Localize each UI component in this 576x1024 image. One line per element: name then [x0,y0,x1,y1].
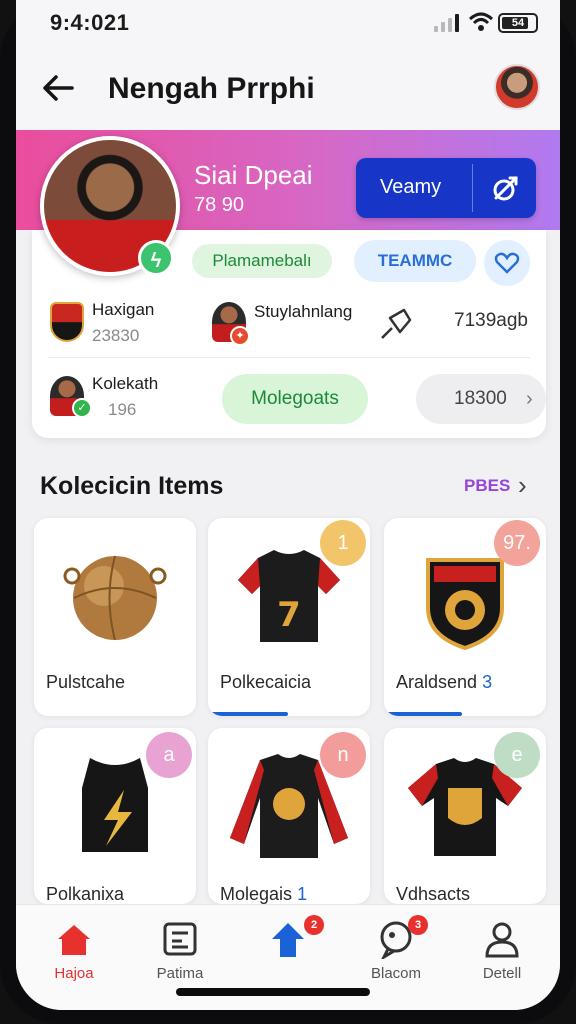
collection-item[interactable]: Araldsend 3 97. [384,518,546,716]
verified-bolt-icon: ϟ [138,240,174,276]
stat-name: Kolekath [92,374,159,393]
home-indicator [176,988,370,996]
app-screen: 9:4:021 54 Nengah Prrphi ϟ Siai Dpeai 78… [16,0,560,1010]
stat-value: 23830 [92,326,140,345]
collection-item[interactable]: Polkanixa a [34,728,196,904]
item-label: Vdhsacts [396,884,471,904]
divider [48,357,530,358]
nav-label: Detell [482,965,522,982]
grey-action-button[interactable]: 18300 › [416,374,546,424]
notification-badge: 3 [408,915,428,935]
green-action-button[interactable]: Molegoats [222,374,368,424]
item-badge: a [146,732,192,778]
collection-item[interactable]: 7 Polkecaicia 1 [208,518,370,716]
home-icon [58,925,90,955]
profile-icon [485,922,519,958]
back-arrow-icon[interactable] [38,68,78,108]
club-crest-icon [50,302,84,342]
battery-icon: 54 [498,13,538,33]
progress-bar [384,712,462,716]
stat-name: Haxigan [92,300,155,319]
phone-frame: 9:4:021 54 Nengah Prrphi ϟ Siai Dpeai 78… [0,0,576,1024]
team-pill[interactable]: TEAMMC [354,240,476,282]
rank-pill[interactable]: Plamamebalı [192,244,332,278]
item-label: Pulstcahe [46,672,126,692]
collection-item[interactable]: Molegais 1 n [208,728,370,904]
item-label: Polkecaicia [220,672,312,692]
button-divider [472,164,473,212]
progress-bar [208,712,288,716]
see-all-link[interactable]: PBES [464,476,510,496]
nav-item-profile[interactable]: Detell [452,915,552,985]
notification-badge: 2 [304,915,324,935]
item-badge: 97. [494,520,540,566]
status-time: 9:4:021 [50,10,130,35]
user-avatar[interactable] [494,64,540,110]
nav-item-upload[interactable]: 2 [238,915,338,985]
svg-text:7: 7 [277,595,301,635]
profile-name: Siai Dpeai [194,160,313,190]
item-label: Polkanixa [46,884,125,904]
pin-icon[interactable] [376,306,416,342]
app-header: Nengah Prrphi [16,46,560,130]
profile-number: 78 90 [194,194,245,216]
nav-label: Blacom [370,965,422,982]
fire-badge-icon: ✦ [230,326,250,346]
stat-total: 7139agb [454,310,528,331]
item-label: Molegais 1 [220,884,308,904]
chevron-right-icon[interactable]: › [518,470,527,501]
collection-icon [163,922,197,956]
share-icon[interactable] [488,170,524,206]
nav-item-collection[interactable]: Patima [130,915,230,985]
stat-name: Stuylahnlang [254,302,353,321]
profile-action-label: Veamy [380,176,442,198]
page-title: Nengah Prrphi [108,72,315,105]
wifi-icon [468,12,494,31]
collection-item[interactable]: Pulstcahe [34,518,196,716]
chevron-right-icon: › [526,388,533,410]
ball-trophy-icon [63,555,167,641]
signal-icon [434,14,462,32]
item-badge: e [494,732,540,778]
grey-button-label: 18300 [454,388,507,409]
status-bar: 9:4:021 54 [16,0,560,46]
item-badge: 1 [320,520,366,566]
check-badge-icon: ✓ [72,398,92,418]
nav-label: Patima [156,965,204,982]
nav-label: Hajoa [54,965,94,982]
stat-value: 196 [108,400,137,419]
nav-item-chat[interactable]: 3 Blacom [346,915,446,985]
heart-button[interactable] [484,240,530,286]
item-label: Araldsend 3 [396,672,493,692]
nav-item-home[interactable]: Hajoa [24,915,124,985]
collection-item[interactable]: Vdhsacts e [384,728,546,904]
battery-level: 54 [511,17,525,29]
upload-icon [272,923,304,957]
heart-icon [494,252,520,274]
item-badge: n [320,732,366,778]
profile-action-button[interactable]: Veamy [356,158,536,218]
section-title: Kolecicin Items [40,472,224,500]
